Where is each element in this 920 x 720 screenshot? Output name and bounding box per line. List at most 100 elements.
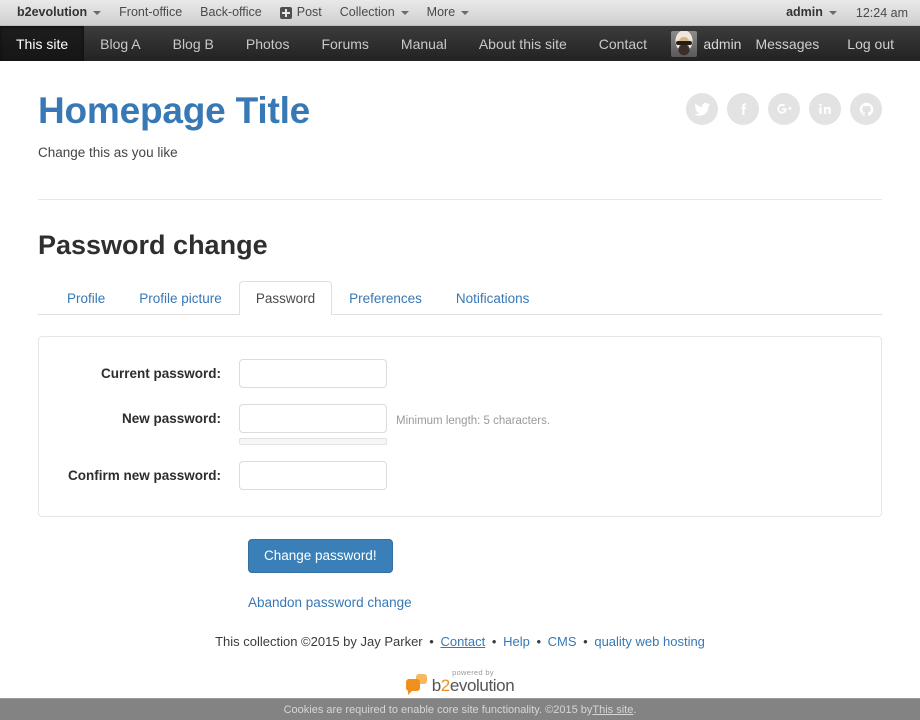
evobar-item-post[interactable]: Post (271, 0, 331, 25)
evobar-user-menu[interactable]: admin (777, 0, 846, 25)
new-password-label: New password: (121, 411, 221, 427)
evobar-item-back-office[interactable]: Back-office (191, 0, 271, 25)
nav-item-forums[interactable]: Forums (305, 26, 384, 61)
tab-label: Notifications (455, 291, 530, 306)
linkedin-icon[interactable] (809, 93, 841, 125)
settings-tabs: Profile Profile picture Password Prefere… (38, 281, 882, 316)
site-header: Homepage Title Change this as you like (38, 61, 882, 199)
evobar-item-label: Collection (339, 5, 395, 19)
nav-item-label: This site (16, 35, 69, 52)
logo-evolution: evolution (449, 676, 515, 696)
evobar-item-label: Post (296, 5, 322, 19)
social-links (686, 93, 882, 125)
nav-item-label: Log out (847, 35, 894, 52)
nav-item-log-out[interactable]: Log out (833, 36, 908, 52)
cookie-notice-link[interactable]: This site (592, 704, 633, 716)
site-tagline: Change this as you like (38, 144, 178, 160)
tab-notifications[interactable]: Notifications (439, 281, 547, 315)
evobar: b2evolution Front-office Back-office Pos… (0, 0, 920, 26)
cookie-notice-text-end: . (633, 703, 637, 716)
tab-password[interactable]: Password (238, 281, 333, 316)
google-plus-icon[interactable] (768, 93, 800, 125)
nav-item-photos[interactable]: Photos (230, 26, 306, 61)
nav-item-label: Messages (755, 35, 820, 52)
footer-copyright: This collection ©2015 by Jay Parker (215, 633, 423, 649)
logo-2: 2 (440, 676, 450, 696)
footer-separator: • (536, 633, 542, 649)
nav-item-label: Manual (400, 35, 447, 52)
nav-item-label: Blog B (172, 35, 214, 52)
footer-link-contact[interactable]: Contact (440, 634, 485, 649)
footer-link-cms[interactable]: CMS (548, 634, 577, 649)
powered-by-label: powered by (452, 667, 494, 677)
site-navbar: This site Blog A Blog B Photos Forums Ma… (0, 26, 920, 61)
form-row-current-password: Current password: (59, 359, 861, 389)
speech-bubble-icon (405, 674, 428, 696)
nav-item-blog-a[interactable]: Blog A (84, 26, 156, 61)
nav-item-about-this-site[interactable]: About this site (463, 26, 583, 61)
tab-profile-picture[interactable]: Profile picture (122, 281, 239, 315)
nav-username: admin (703, 35, 742, 52)
change-password-button[interactable]: Change password! (248, 539, 393, 573)
navbar-user-area: admin Messages Log out (665, 26, 920, 61)
evobar-left-group: b2evolution Front-office Back-office Pos… (0, 0, 478, 25)
evobar-right-group: admin 12:24 am (777, 0, 920, 25)
footer-link-quality-web-hosting[interactable]: quality web hosting (594, 634, 705, 649)
chevron-down-icon (93, 10, 102, 15)
evobar-item-b2evolution[interactable]: b2evolution (8, 0, 110, 25)
powered-by-b2evolution[interactable]: powered by b2evolution (38, 669, 882, 696)
logo-b: b (431, 676, 441, 696)
current-password-input[interactable] (239, 359, 387, 389)
footer-separator: • (429, 633, 434, 649)
chevron-down-icon (461, 10, 470, 15)
evobar-item-collection[interactable]: Collection (331, 0, 418, 25)
b2evolution-logo: powered by b2evolution (405, 669, 515, 696)
confirm-password-label: Confirm new password: (67, 468, 221, 484)
nav-item-contact[interactable]: Contact (583, 26, 663, 61)
b2evolution-wordmark: powered by b2evolution (432, 669, 515, 695)
form-actions: Change password! Abandon password change (38, 539, 882, 610)
confirm-password-field-wrap (239, 461, 387, 491)
nav-item-blog-b[interactable]: Blog B (157, 26, 230, 61)
form-row-confirm-password: Confirm new password: (59, 461, 861, 491)
footer-separator: • (491, 633, 497, 649)
cookie-notice-text: Cookies are required to enable core site… (283, 703, 593, 716)
new-password-hint: Minimum length: 5 characters. (396, 415, 551, 428)
current-password-field-wrap (239, 359, 387, 389)
nav-item-label: Contact (598, 35, 648, 52)
new-password-field-wrap (239, 404, 387, 446)
nav-item-messages[interactable]: Messages (741, 36, 833, 52)
facebook-icon[interactable] (727, 93, 759, 125)
evobar-item-label: Back-office (200, 5, 262, 19)
confirm-password-input[interactable] (239, 461, 387, 491)
b2evolution-name: b2evolution (432, 677, 515, 694)
tab-label: Profile (67, 291, 106, 306)
nav-item-label: Photos (245, 35, 290, 52)
avatar (671, 30, 698, 57)
github-icon[interactable] (850, 93, 882, 125)
new-password-input[interactable] (239, 404, 387, 434)
main-content: Password change Profile Profile picture … (38, 200, 882, 696)
plus-square-icon (279, 6, 292, 19)
footer-separator: • (583, 633, 588, 649)
tab-preferences[interactable]: Preferences (332, 281, 439, 315)
navbar-menu: This site Blog A Blog B Photos Forums Ma… (0, 26, 663, 61)
evobar-item-more[interactable]: More (418, 0, 478, 25)
twitter-icon[interactable] (686, 93, 718, 125)
evobar-user-label: admin (786, 5, 823, 19)
tab-label: Password (255, 291, 316, 306)
evobar-item-label: More (426, 5, 456, 19)
nav-item-label: Forums (321, 35, 369, 52)
evobar-item-front-office[interactable]: Front-office (110, 0, 191, 25)
cookie-notice-bar: Cookies are required to enable core site… (0, 698, 920, 720)
abandon-password-change-link[interactable]: Abandon password change (248, 595, 882, 610)
site-footer: This collection ©2015 by Jay Parker • Co… (38, 633, 882, 696)
tab-label: Profile picture (139, 291, 222, 306)
nav-user-link[interactable]: admin (665, 30, 742, 57)
nav-item-manual[interactable]: Manual (385, 26, 463, 61)
tab-label: Preferences (349, 291, 422, 306)
evobar-item-label: b2evolution (17, 5, 88, 19)
footer-link-help[interactable]: Help (503, 634, 530, 649)
tab-profile[interactable]: Profile (50, 281, 122, 315)
nav-item-this-site[interactable]: This site (0, 26, 85, 61)
